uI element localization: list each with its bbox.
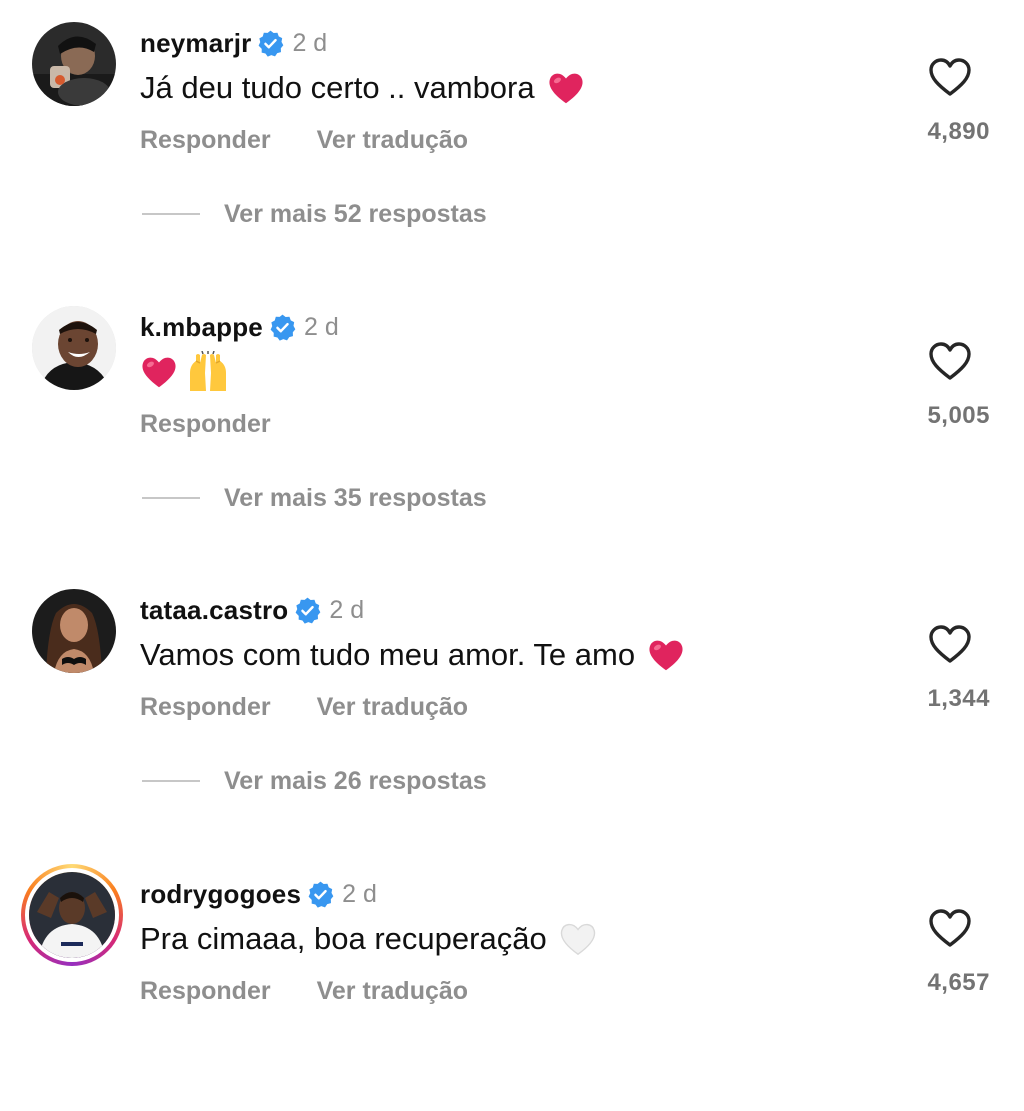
- like-count: 4,657: [927, 969, 990, 996]
- timestamp: 2 d: [329, 595, 365, 624]
- avatar[interactable]: [32, 306, 116, 390]
- like-heart-icon[interactable]: [928, 907, 972, 949]
- view-replies-label: Ver mais 52 respostas: [224, 199, 487, 228]
- translate-button[interactable]: Ver tradução: [317, 977, 468, 1006]
- red-heart-emoji-icon: [140, 353, 178, 391]
- comment-item: neymarjr 2 d Já deu tudo certo .. vambor…: [0, 0, 1024, 260]
- like-count: 5,005: [927, 402, 990, 429]
- username[interactable]: k.mbappe: [140, 312, 263, 343]
- timestamp: 2 d: [292, 28, 328, 57]
- avatar-photo: [32, 306, 116, 390]
- red-heart-emoji-icon: [547, 69, 585, 107]
- view-replies-label: Ver mais 26 respostas: [224, 766, 487, 795]
- avatar-with-story-ring[interactable]: [21, 864, 123, 966]
- replies-divider: [142, 213, 200, 215]
- white-heart-emoji-icon: [559, 920, 597, 958]
- view-replies-button[interactable]: Ver mais 26 respostas: [142, 763, 487, 799]
- username[interactable]: tataa.castro: [140, 595, 288, 626]
- like-heart-icon[interactable]: [928, 340, 972, 382]
- comment-text: Já deu tudo certo .. vambora: [140, 66, 585, 110]
- comment-text-body: Pra cimaaa, boa recuperação: [140, 921, 547, 956]
- translate-button[interactable]: Ver tradução: [317, 126, 468, 155]
- like-count: 4,890: [927, 118, 990, 145]
- like-heart-icon[interactable]: [928, 623, 972, 665]
- username[interactable]: rodrygogoes: [140, 879, 301, 910]
- comment-text: Pra cimaaa, boa recuperação: [140, 917, 597, 961]
- reply-button[interactable]: Responder: [140, 693, 271, 722]
- avatar-photo: [32, 22, 116, 106]
- comment-item: k.mbappe 2 d Responder 5,005 Ver mais 35…: [0, 284, 1024, 544]
- comment-text: [140, 350, 230, 394]
- comment-text-body: Vamos com tudo meu amor. Te amo: [140, 637, 636, 672]
- comment-item: tataa.castro 2 d Vamos com tudo meu amor…: [0, 567, 1024, 827]
- reply-button[interactable]: Responder: [140, 977, 271, 1006]
- replies-divider: [142, 780, 200, 782]
- comment-item: rodrygogoes 2 d Pra cimaaa, boa recupera…: [0, 851, 1024, 1111]
- avatar[interactable]: [32, 22, 116, 106]
- reply-button[interactable]: Responder: [140, 126, 271, 155]
- username[interactable]: neymarjr: [140, 28, 251, 59]
- timestamp: 2 d: [303, 312, 339, 341]
- translate-button[interactable]: Ver tradução: [317, 693, 468, 722]
- verified-badge-icon: [269, 314, 296, 341]
- like-heart-icon[interactable]: [928, 56, 972, 98]
- view-replies-label: Ver mais 35 respostas: [224, 483, 487, 512]
- avatar-photo: [29, 872, 115, 958]
- comment-text: Vamos com tudo meu amor. Te amo: [140, 633, 685, 677]
- verified-badge-icon: [294, 597, 321, 624]
- view-replies-button[interactable]: Ver mais 35 respostas: [142, 480, 487, 516]
- like-count: 1,344: [927, 685, 990, 712]
- raising-hands-emoji-icon: [186, 351, 230, 393]
- replies-divider: [142, 497, 200, 499]
- verified-badge-icon: [257, 30, 284, 57]
- avatar: [25, 868, 119, 962]
- timestamp: 2 d: [342, 879, 377, 908]
- view-replies-button[interactable]: Ver mais 52 respostas: [142, 196, 487, 232]
- reply-button[interactable]: Responder: [140, 410, 271, 439]
- verified-badge-icon: [307, 881, 334, 908]
- red-heart-emoji-icon: [647, 636, 685, 674]
- avatar[interactable]: [32, 589, 116, 673]
- avatar-photo: [32, 589, 116, 673]
- comment-text-body: Já deu tudo certo .. vambora: [140, 70, 535, 105]
